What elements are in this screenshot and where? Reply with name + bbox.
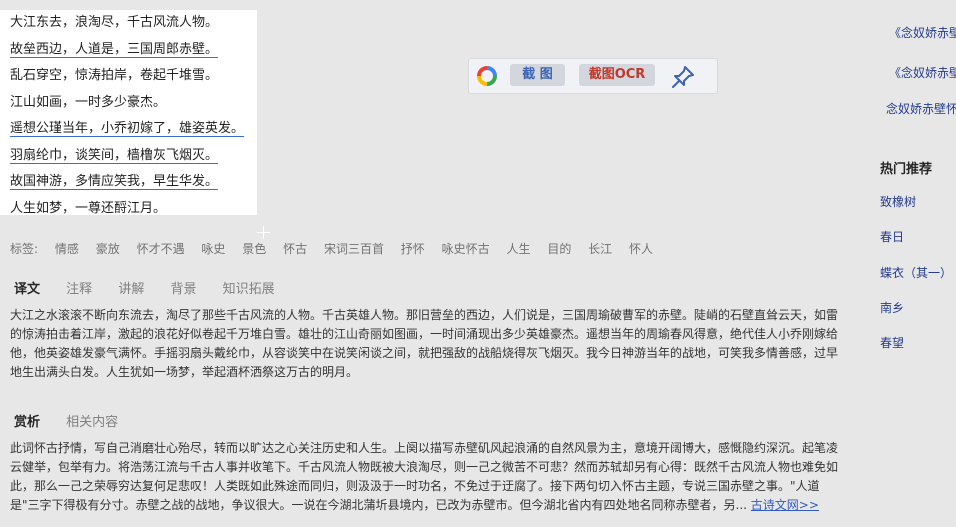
appreciation-body: 此词怀古抒情，写自己消磨壮心殆尽，转而以旷达之心关注历史和人生。上阕以描写赤壁矶…	[10, 441, 839, 512]
poem-line: 羽扇纶巾，谈笑间，樯橹灰飞烟灭。	[0, 143, 257, 170]
translation-text: 大江之水滚滚不断向东流去，淘尽了那些千古风流的人物。千古英雄人物。那旧营垒的西边…	[10, 308, 839, 379]
tag[interactable]: 怀才不遇	[137, 242, 185, 256]
tag[interactable]: 怀人	[629, 242, 653, 256]
screenshot-ocr-button[interactable]: 截图OCR	[579, 64, 655, 86]
translation-tabs: 译文 注释 讲解 背景 知识拓展	[14, 278, 297, 297]
hot-item-4[interactable]: 南乡	[880, 299, 904, 316]
poem-line: 乱石穿空，惊涛拍岸，卷起千堆雪。	[10, 68, 219, 83]
hot-item-5[interactable]: 春望	[880, 334, 904, 351]
more-link[interactable]: 古诗文网>>	[751, 498, 819, 512]
right-link-1[interactable]: 《念奴娇赤壁	[889, 24, 956, 41]
poem-line-text: 故垒西边，人道是，三国周郎赤壁。	[10, 41, 219, 58]
tab-appreciation[interactable]: 赏析	[14, 415, 40, 430]
poem-line: 故国神游，多情应笑我，早生华发。	[0, 169, 257, 196]
tag[interactable]: 宋词三百首	[324, 242, 384, 256]
hot-item-2[interactable]: 春日	[880, 228, 904, 245]
tag[interactable]: 抒怀	[401, 242, 425, 256]
appreciation-text: 此词怀古抒情，写自己消磨壮心殆尽，转而以旷达之心关注历史和人生。上阕以描写赤壁矶…	[10, 439, 842, 515]
right-link-2[interactable]: 《念奴娇赤壁	[889, 64, 956, 81]
right-link-3[interactable]: 念奴娇赤壁怀	[886, 100, 956, 117]
tab-notes[interactable]: 注释	[66, 282, 92, 297]
screenshot-toolbar: 截 图 截图OCR	[468, 58, 718, 94]
appreciation-tabs: 赏析 相关内容	[14, 411, 140, 430]
tags-label: 标签:	[10, 242, 39, 256]
hot-item-1[interactable]: 致橡树	[880, 193, 916, 210]
poem-line: 遥想公瑾当年，小乔初嫁了，雄姿英发。	[0, 116, 257, 143]
tag[interactable]: 情感	[55, 242, 79, 256]
selection-region[interactable]: 大江东去，浪淘尽，千古风流人物。 故垒西边，人道是，三国周郎赤壁。 乱石穿空，惊…	[0, 10, 257, 215]
tag[interactable]: 长江	[588, 242, 612, 256]
poem-line: 江山如画，一时多少豪杰。	[10, 94, 167, 110]
hot-recommend-title: 热门推荐	[880, 162, 933, 177]
poem-line: 大江东去，浪淘尽，千古风流人物。	[10, 15, 219, 30]
tag[interactable]: 目的	[547, 242, 571, 256]
crosshair-icon	[263, 226, 264, 239]
tag[interactable]: 咏史	[201, 242, 225, 256]
tab-related[interactable]: 相关内容	[66, 415, 118, 430]
tags-row: 标签: 情感 豪放 怀才不遇 咏史 景色 怀古 宋词三百首 抒怀 咏史怀古 人生…	[10, 240, 666, 257]
poem-line-text: 羽扇纶巾，谈笑间，樯橹灰飞烟灭。	[10, 147, 219, 164]
tab-knowledge[interactable]: 知识拓展	[223, 282, 275, 297]
tab-explanation[interactable]: 讲解	[118, 282, 144, 297]
poem-line: 故垒西边，人道是，三国周郎赤壁。	[0, 37, 257, 64]
tab-translation[interactable]: 译文	[14, 282, 40, 297]
poem-line: 人生如梦，一尊还酹江月。	[10, 200, 167, 216]
tag[interactable]: 景色	[242, 242, 266, 256]
tab-background[interactable]: 背景	[170, 282, 196, 297]
tag[interactable]: 人生	[506, 242, 530, 256]
screenshot-button[interactable]: 截 图	[510, 64, 565, 86]
tag[interactable]: 咏史怀古	[442, 242, 490, 256]
poem-line-text: 遥想公瑾当年，小乔初嫁了，雄姿英发。	[10, 121, 245, 137]
tag[interactable]: 豪放	[96, 242, 120, 256]
pin-icon[interactable]	[669, 63, 697, 91]
hot-item-3[interactable]: 蝶衣（其一）	[880, 264, 952, 281]
tag[interactable]: 怀古	[283, 242, 307, 256]
color-wheel-icon[interactable]	[476, 65, 498, 87]
poem-line-text: 故国神游，多情应笑我，早生华发。	[10, 174, 219, 190]
